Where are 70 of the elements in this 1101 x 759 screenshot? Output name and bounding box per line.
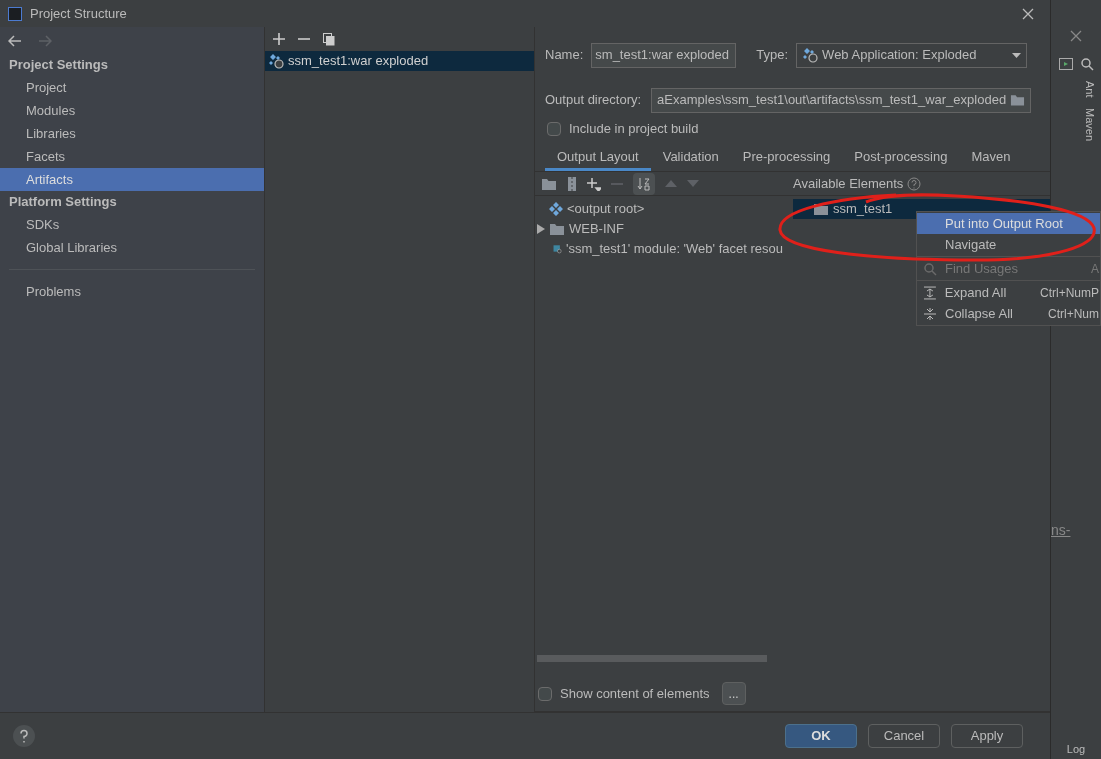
layout-tree-item[interactable]: 'ssm_test1' module: 'Web' facet resou — [537, 239, 783, 259]
checkbox[interactable] — [538, 686, 552, 701]
shortcut-label: Ctrl+Num — [1048, 305, 1099, 323]
help-icon[interactable] — [907, 176, 922, 191]
editor-text: ns- — [1051, 520, 1071, 540]
tool-window-tab[interactable]: Maven — [1081, 107, 1099, 141]
diamond-icon — [549, 202, 563, 216]
available-elements-label: Available Elements — [793, 174, 904, 193]
sidebar-item[interactable]: Project — [0, 76, 264, 99]
sidebar-item[interactable]: Libraries — [0, 122, 264, 145]
menu-item[interactable]: Put into Output Root — [917, 213, 1100, 234]
close-icon[interactable] — [1070, 30, 1082, 42]
tab[interactable]: Pre-processing — [730, 145, 843, 171]
web-artifact-icon — [802, 47, 819, 63]
browse-folder-icon — [1010, 93, 1026, 107]
module-folder-icon — [813, 202, 829, 216]
copy-icon[interactable] — [323, 32, 335, 46]
help-icon[interactable] — [12, 724, 36, 748]
name-field[interactable]: sm_test1:war exploded — [591, 42, 737, 68]
search-icon — [923, 261, 937, 276]
add-icon[interactable] — [273, 33, 285, 45]
sidebar-heading: Project Settings — [8, 56, 109, 75]
shortcut-label: Ctrl+NumP — [1040, 284, 1099, 302]
menu-item[interactable]: Navigate — [917, 234, 1100, 255]
include-in-build-label: Include in project build — [569, 120, 699, 139]
dialog-button[interactable]: Cancel — [868, 724, 940, 748]
ok-button[interactable]: OK — [785, 724, 857, 748]
output-directory-field[interactable]: aExamples\ssm_test1\out\artifacts\ssm_test1_war_exploded — [651, 87, 1032, 113]
window-title: Project Structure — [30, 4, 127, 23]
tab[interactable]: Post-processing — [842, 145, 960, 171]
sidebar-item[interactable]: SDKs — [0, 213, 264, 236]
tab[interactable]: Validation — [650, 145, 731, 171]
close-icon[interactable] — [1022, 7, 1034, 20]
sidebar-item[interactable]: Facets — [0, 145, 264, 168]
sidebar-heading: Platform Settings — [8, 193, 118, 212]
layout-tree-item[interactable]: <output root> — [537, 199, 783, 219]
layout-tree-item[interactable]: WEB-INF — [537, 219, 783, 239]
artifact-item[interactable]: ssm_test1:war exploded — [265, 51, 534, 71]
menu-item[interactable]: Collapse All Ctrl+Num — [917, 303, 1100, 324]
sidebar-item[interactable]: Modules — [0, 99, 264, 122]
type-label: Type: — [756, 46, 789, 65]
folder-icon — [549, 222, 565, 236]
tab[interactable]: Maven — [959, 145, 1023, 171]
options-button[interactable]: ... — [721, 682, 746, 705]
shortcut-label: A — [1091, 260, 1099, 278]
web-artifact-icon — [268, 53, 284, 69]
horizontal-scrollbar[interactable] — [537, 655, 767, 662]
collapse-all-icon — [923, 306, 937, 321]
output-directory-label: Output directory: — [545, 91, 642, 110]
back-arrow-icon[interactable] — [8, 34, 22, 47]
checkbox[interactable] — [547, 122, 561, 136]
caret-icon — [1012, 52, 1022, 58]
archive-icon[interactable] — [567, 176, 577, 191]
log-label[interactable]: Log — [1066, 740, 1086, 757]
expand-all-icon — [923, 285, 937, 300]
search-icon[interactable] — [1080, 58, 1094, 71]
new-folder-icon — [541, 176, 557, 191]
add-icon[interactable] — [587, 176, 601, 191]
dialog-button[interactable]: Apply — [951, 724, 1023, 748]
name-label: Name: — [545, 46, 584, 65]
collapsed-triangle-icon[interactable] — [537, 224, 545, 234]
type-dropdown[interactable]: Web Application: Exploded — [796, 42, 1028, 68]
sidebar-item[interactable]: Global Libraries — [0, 236, 264, 259]
show-content-label: Show content of elements — [560, 684, 710, 703]
sidebar-item[interactable]: Problems — [0, 280, 264, 303]
tool-window-tab[interactable]: Ant — [1081, 81, 1099, 98]
sidebar-item[interactable]: Artifacts — [0, 168, 264, 191]
tab[interactable]: Output Layout — [545, 145, 651, 171]
run-window-icon[interactable] — [1058, 58, 1073, 70]
menu-item[interactable]: Expand All Ctrl+NumP — [917, 282, 1100, 303]
